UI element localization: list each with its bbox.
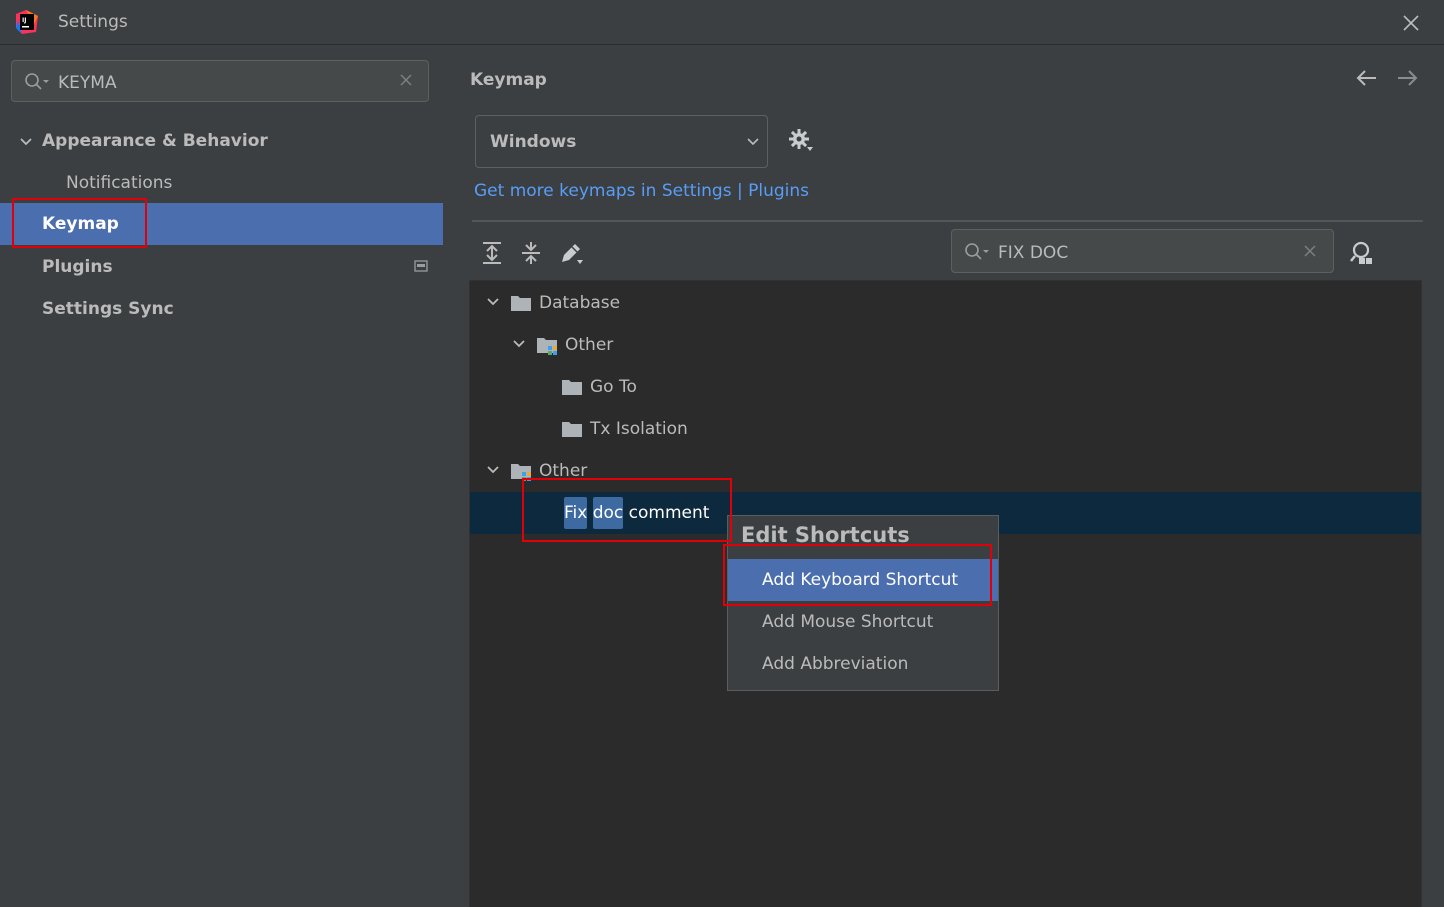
- folder-plugin-icon: [537, 338, 557, 355]
- popup-title: Edit Shortcuts: [741, 523, 910, 547]
- edit-shortcut-button[interactable]: [558, 240, 584, 266]
- chevron-down-icon[interactable]: [486, 295, 500, 309]
- sidebar-item-appearance-behavior[interactable]: Appearance & Behavior: [0, 121, 443, 163]
- tree-node-other[interactable]: Other: [470, 450, 1421, 492]
- sidebar-item-label: Settings Sync: [42, 299, 174, 319]
- expand-all-button[interactable]: [479, 240, 505, 266]
- settings-search-input[interactable]: [56, 69, 390, 97]
- find-by-shortcut-button[interactable]: [1348, 240, 1374, 266]
- intellij-logo-icon: IJ: [16, 10, 38, 34]
- menu-item-label: Add Abbreviation: [762, 654, 909, 674]
- chevron-down-icon: [747, 138, 759, 146]
- add-keyboard-shortcut-item[interactable]: Add Keyboard Shortcut: [728, 559, 998, 601]
- tree-node-label: Database: [539, 293, 621, 313]
- collapse-all-icon: [522, 242, 540, 264]
- tree-node-go-to[interactable]: Go To: [470, 366, 1421, 408]
- add-mouse-shortcut-item[interactable]: Add Mouse Shortcut: [728, 601, 998, 643]
- tree-node-tx-isolation[interactable]: Tx Isolation: [470, 408, 1421, 450]
- tree-node-label: Fix doc comment: [564, 497, 709, 529]
- folder-icon: [562, 422, 582, 437]
- svg-text:IJ: IJ: [22, 17, 26, 24]
- sidebar-item-label: Keymap: [42, 214, 119, 234]
- tree-node-database[interactable]: Database: [470, 282, 1421, 324]
- sidebar-item-notifications[interactable]: Notifications: [0, 163, 443, 205]
- gear-icon: [789, 129, 813, 151]
- title-bar: [0, 0, 1444, 45]
- tree-node-label: Go To: [590, 377, 637, 397]
- menu-item-label: Add Mouse Shortcut: [762, 612, 934, 632]
- arrow-right-icon: [1398, 70, 1418, 86]
- close-icon: [1403, 15, 1419, 31]
- search-icon: [25, 73, 49, 90]
- search-match-highlight: doc: [592, 497, 624, 529]
- sidebar-item-settings-sync[interactable]: Settings Sync: [0, 289, 443, 331]
- folder-icon: [562, 380, 582, 395]
- folder-plugin-icon: [511, 464, 531, 481]
- action-search-field[interactable]: [951, 229, 1334, 273]
- sidebar-item-plugins[interactable]: Plugins: [0, 247, 443, 289]
- search-icon: [965, 243, 989, 260]
- folder-icon: [511, 296, 531, 311]
- get-more-keymaps-link[interactable]: Get more keymaps in Settings | Plugins: [474, 181, 809, 201]
- find-by-shortcut-icon: [1350, 241, 1372, 264]
- chevron-down-icon[interactable]: [512, 337, 526, 351]
- tree-node-label: Other: [539, 461, 588, 481]
- keymap-dropdown-value: Windows: [490, 132, 577, 152]
- tree-node-label: Other: [565, 335, 614, 355]
- tree-node-label: Tx Isolation: [590, 419, 688, 439]
- edit-shortcuts-popup-menu: Edit Shortcuts Add Keyboard Shortcut Add…: [727, 515, 999, 691]
- keymap-settings-button[interactable]: [787, 127, 815, 155]
- chevron-down-icon[interactable]: [19, 135, 33, 149]
- settings-search-field[interactable]: [11, 60, 429, 102]
- add-abbreviation-item[interactable]: Add Abbreviation: [728, 643, 998, 685]
- close-button[interactable]: [1396, 8, 1426, 38]
- arrow-left-icon: [1356, 70, 1376, 86]
- action-search-input[interactable]: [996, 239, 1290, 267]
- back-button[interactable]: [1354, 66, 1380, 90]
- clear-search-icon[interactable]: [1302, 243, 1318, 259]
- chevron-down-icon[interactable]: [486, 463, 500, 477]
- plugin-status-icon: [414, 260, 428, 272]
- menu-item-label: Add Keyboard Shortcut: [762, 570, 959, 590]
- sidebar-item-label: Notifications: [66, 173, 173, 193]
- tree-node-database-other[interactable]: Other: [470, 324, 1421, 366]
- page-title: Keymap: [470, 70, 547, 90]
- sidebar-item-label: Appearance & Behavior: [42, 131, 268, 151]
- edit-icon: [562, 244, 583, 264]
- clear-search-icon[interactable]: [398, 72, 414, 88]
- keymap-dropdown[interactable]: Windows: [475, 115, 768, 168]
- search-match-highlight: Fix: [564, 497, 588, 529]
- divider: [472, 220, 1423, 222]
- expand-all-icon: [483, 242, 501, 264]
- forward-button[interactable]: [1394, 66, 1420, 90]
- window-title: Settings: [58, 12, 128, 32]
- sidebar-item-keymap[interactable]: Keymap: [0, 203, 443, 245]
- sidebar-item-label: Plugins: [42, 257, 113, 277]
- collapse-all-button[interactable]: [518, 240, 544, 266]
